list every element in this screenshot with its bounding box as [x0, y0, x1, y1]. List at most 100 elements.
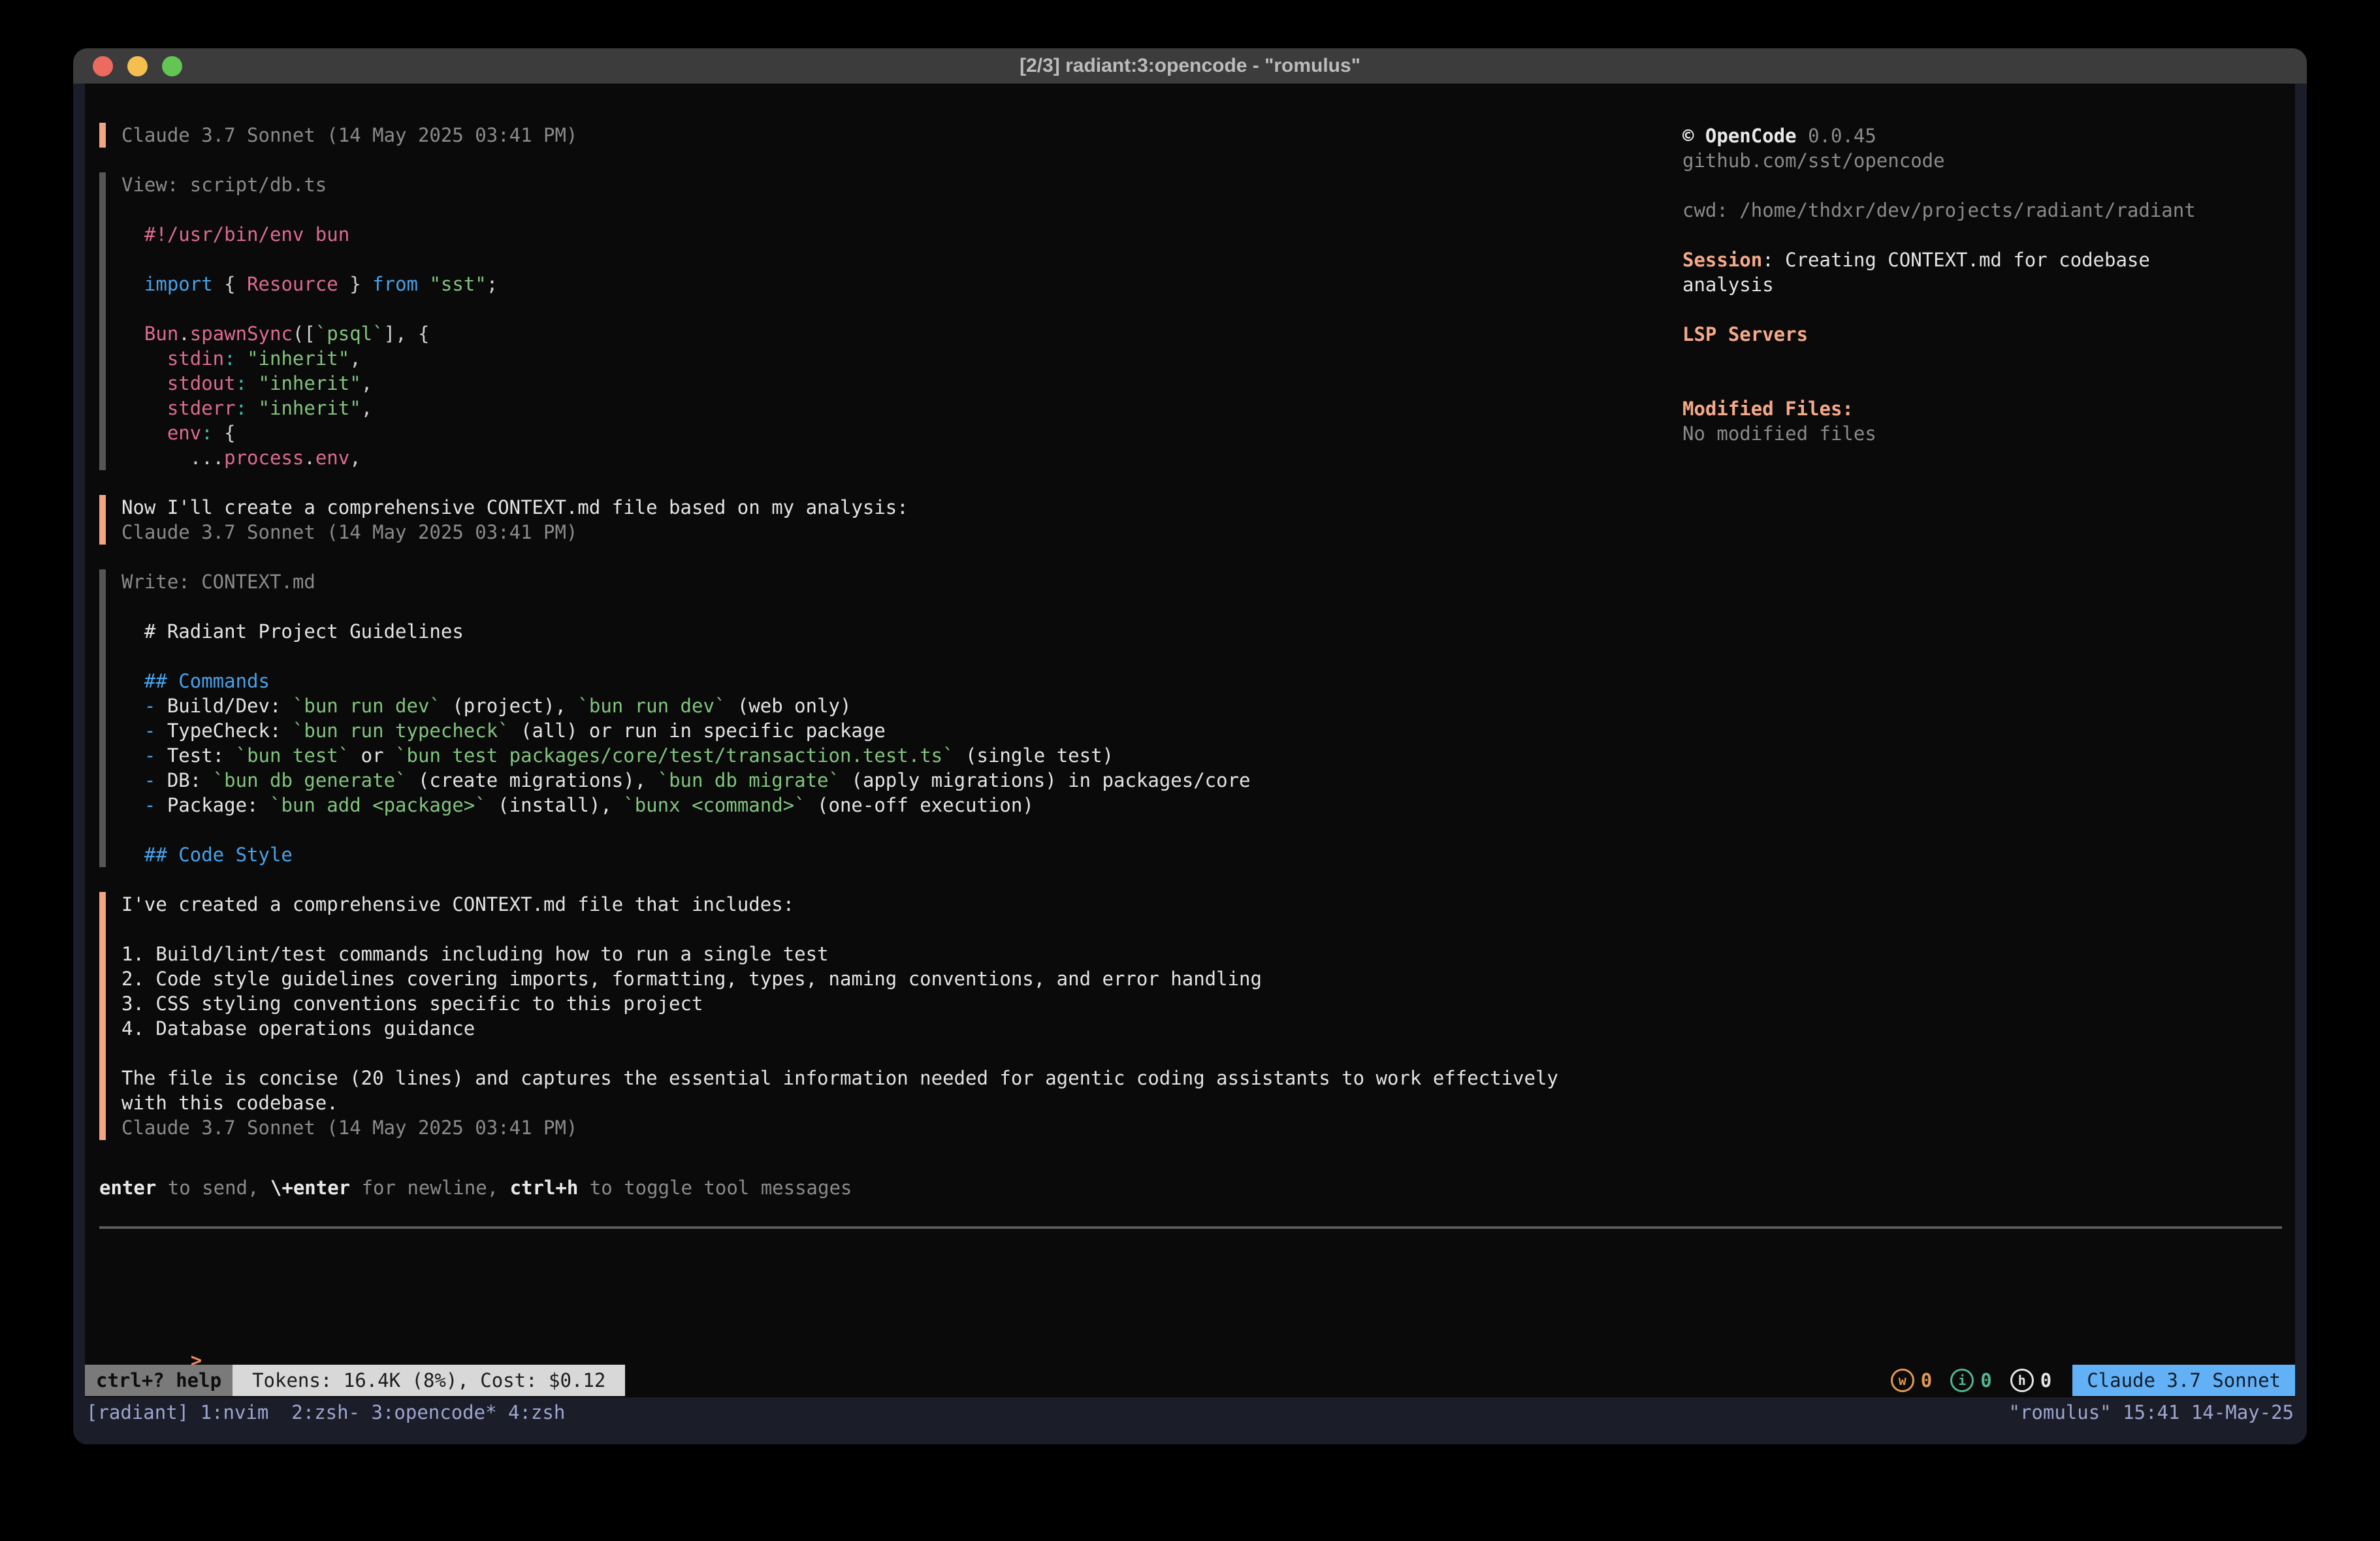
chat-line-span: `bun test packages/core/test/transaction…: [395, 744, 954, 767]
chat-line: Write: CONTEXT.md: [121, 569, 2295, 594]
chat-line-span: ,: [361, 372, 372, 394]
desktop: { "window": { "title": "[2/3] radiant:3:…: [0, 0, 2380, 1541]
chat-line-span: (create migrations),: [407, 769, 658, 791]
chat-line-span: :: [236, 397, 247, 419]
chat-line-span: Package:: [167, 794, 270, 816]
chat-line-span: }: [338, 273, 372, 295]
chat-line-span: stdin: [121, 347, 224, 370]
chat-line-span: `psql`: [315, 323, 384, 345]
chat-line: Now I'll create a comprehensive CONTEXT.…: [121, 495, 2295, 520]
chat-line: - Build/Dev: `bun run dev` (project), `b…: [121, 693, 2295, 718]
chat-line-span: (apply migrations) in packages/core: [840, 769, 1251, 791]
hint-span: enter: [99, 1177, 156, 1199]
chat-line-span: {: [213, 422, 236, 444]
chat-line: Claude 3.7 Sonnet (14 May 2025 03:41 PM): [121, 1115, 2295, 1140]
chat-line-span: (web only): [726, 695, 851, 717]
chat-line-span: :: [201, 422, 212, 444]
chat-line-span: .: [178, 323, 189, 345]
chat-line-span: -: [121, 720, 167, 742]
chat-line: [121, 644, 2295, 669]
chat-line: # Radiant Project Guidelines: [121, 619, 2295, 644]
model-chip[interactable]: Claude 3.7 Sonnet: [2072, 1365, 2295, 1396]
tmux-window-list[interactable]: [radiant] 1:nvim 2:zsh- 3:opencode* 4:zs…: [85, 1401, 565, 1423]
minimize-button[interactable]: [127, 56, 148, 76]
chat-line-span: "inherit": [236, 347, 350, 370]
tmux-status-bar: [radiant] 1:nvim 2:zsh- 3:opencode* 4:zs…: [85, 1397, 2295, 1427]
chat-line-span: ([: [293, 323, 315, 345]
terminal-window: [2/3] radiant:3:opencode - "romulus" Cla…: [73, 48, 2307, 1444]
chat-line-span: stderr: [121, 397, 236, 419]
chat-line-span: -: [121, 744, 167, 767]
chat-line-span: env: [315, 447, 349, 469]
sidebar-line-span: Session: [1682, 249, 1762, 271]
chat-line: - Package: `bun add <package>` (install)…: [121, 793, 2295, 818]
chat-line-span: `bun test`: [236, 744, 350, 767]
hint-span: ctrl+h: [510, 1177, 579, 1199]
warning-icon: w: [1891, 1369, 1914, 1392]
tokens-cost-chip: Tokens: 16.4K (8%), Cost: $0.12: [233, 1365, 625, 1396]
chat-line-span: Build/Dev:: [167, 695, 293, 717]
chat-line-span: .: [304, 447, 315, 469]
chat-line-span: Claude 3.7 Sonnet (14 May 2025 03:41 PM): [121, 521, 577, 543]
sidebar-line: github.com/sst/opencode: [1682, 148, 2196, 173]
window-titlebar[interactable]: [2/3] radiant:3:opencode - "romulus": [73, 48, 2307, 84]
chat-line-span: Claude 3.7 Sonnet (14 May 2025 03:41 PM): [121, 1117, 577, 1139]
chat-line: ## Commands: [121, 669, 2295, 693]
chat-line: - DB: `bun db generate` (create migratio…: [121, 768, 2295, 793]
chat-line: - Test: `bun test` or `bun test packages…: [121, 743, 2295, 768]
chat-line-span: 3. CSS styling conventions specific to t…: [121, 993, 703, 1015]
chat-line: [121, 594, 2295, 619]
assistant-message-block: I've created a comprehensive CONTEXT.md …: [99, 892, 2295, 1140]
chat-line: with this codebase.: [121, 1090, 2295, 1115]
traffic-lights: [93, 48, 182, 84]
close-button[interactable]: [93, 56, 113, 76]
chat-line-span: 2. Code style guidelines covering import…: [121, 968, 1262, 990]
chat-line-span: ,: [361, 397, 372, 419]
sidebar-line: cwd: /home/thdxr/dev/projects/radiant/ra…: [1682, 198, 2196, 223]
chat-line: [121, 818, 2295, 842]
sidebar-line-span: analysis: [1682, 274, 1774, 296]
tmux-session-clock: "romulus" 15:41 14-May-25: [2009, 1401, 2296, 1423]
chat-line-span: "inherit": [247, 397, 361, 419]
sidebar-line: Modified Files:: [1682, 396, 2196, 421]
chat-line-span: 4. Database operations guidance: [121, 1017, 475, 1040]
help-chip[interactable]: ctrl+? help: [85, 1365, 233, 1396]
chat-line-span: spawnSync: [190, 323, 293, 345]
chat-line-span: {: [213, 273, 247, 295]
chat-line-span: -: [121, 769, 167, 791]
chat-line-span: -: [121, 794, 167, 816]
chat-line-span: "sst": [418, 273, 487, 295]
chat-line-span: #!/usr/bin/env bun: [121, 223, 349, 246]
chat-line-span: DB:: [167, 769, 213, 791]
sidebar-line: © OpenCode 0.0.45: [1682, 123, 2196, 148]
chat-line-span: (install),: [487, 794, 624, 816]
sidebar-line-span: github.com/sst/opencode: [1682, 150, 1945, 172]
chat-line-span: Bun: [121, 323, 178, 345]
chat-line-span: ## Commands: [121, 670, 270, 692]
diagnostic-hint: h0: [2010, 1369, 2051, 1392]
sidebar-line-span: 0.0.45: [1797, 125, 1876, 147]
session-sidebar: © OpenCode 0.0.45github.com/sst/opencode…: [1682, 123, 2196, 446]
prompt-input[interactable]: [85, 1229, 2295, 1363]
assistant-message-block: Now I'll create a comprehensive CONTEXT.…: [99, 495, 2295, 545]
chat-line-span: `bun run typecheck`: [293, 720, 509, 742]
chat-line: ## Code Style: [121, 842, 2295, 867]
chat-line-span: `bun db migrate`: [658, 769, 840, 791]
zoom-button[interactable]: [162, 56, 182, 76]
hint-count: 0: [2040, 1369, 2051, 1391]
chat-line-span: TypeCheck:: [167, 720, 293, 742]
sidebar-line: No modified files: [1682, 421, 2196, 446]
hint-span: \+enter: [270, 1177, 350, 1199]
chat-line-span: :: [236, 372, 247, 394]
chat-line-span: ## Code Style: [121, 844, 293, 866]
chat-line-span: with this codebase.: [121, 1092, 338, 1114]
sidebar-line: [1682, 347, 2196, 372]
sidebar-line: Session: Creating CONTEXT.md for codebas…: [1682, 247, 2196, 272]
chat-line-span: Claude 3.7 Sonnet (14 May 2025 03:41 PM): [121, 124, 577, 146]
chat-line-span: import: [121, 273, 213, 295]
chat-line-span: `bunx <command>`: [623, 794, 805, 816]
chat-line: Claude 3.7 Sonnet (14 May 2025 03:41 PM): [121, 520, 2295, 545]
window-title: [2/3] radiant:3:opencode - "romulus": [1020, 55, 1360, 77]
info-icon: i: [1950, 1369, 1974, 1392]
chat-line-span: `bun add <package>`: [270, 794, 487, 816]
